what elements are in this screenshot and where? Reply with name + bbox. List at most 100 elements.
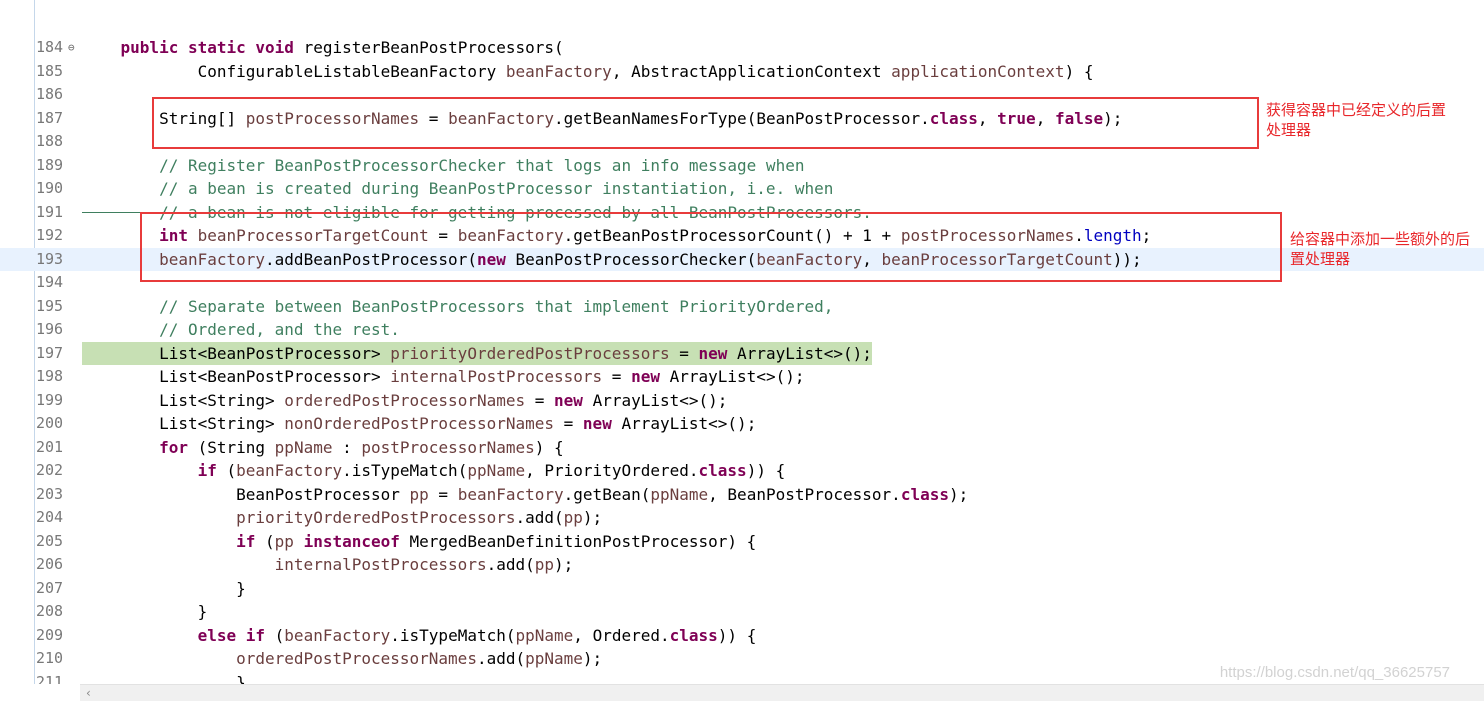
code-line[interactable]: 198 List<BeanPostProcessor> internalPost… bbox=[0, 365, 1484, 389]
keyword-token: new bbox=[554, 390, 583, 410]
code-line[interactable]: 197 List<BeanPostProcessor> priorityOrde… bbox=[0, 341, 1484, 365]
comment-token: // Separate between BeanPostProcessors t… bbox=[82, 296, 834, 316]
code-text: // Ordered, and the rest. bbox=[82, 318, 400, 342]
code-line[interactable]: 185 ConfigurableListableBeanFactory bean… bbox=[0, 60, 1484, 84]
identifier-token: ppName bbox=[515, 625, 574, 645]
code-token: ); bbox=[582, 649, 603, 668]
scroll-left-icon[interactable]: ‹ bbox=[86, 685, 91, 701]
identifier-token: ppName bbox=[650, 484, 709, 504]
code-line[interactable]: 195 // Separate between BeanPostProcesso… bbox=[0, 295, 1484, 319]
code-token: } bbox=[82, 672, 246, 685]
code-token: ConfigurableListableBeanFactory bbox=[82, 61, 506, 81]
keyword-token: class bbox=[900, 484, 949, 504]
code-token: ); bbox=[948, 484, 969, 504]
code-text: for (String ppName : postProcessorNames)… bbox=[82, 436, 564, 460]
keyword-token: else bbox=[197, 625, 237, 645]
keyword-token: for bbox=[159, 437, 188, 457]
code-line[interactable]: 184 ⊖ public static void registerBeanPost… bbox=[0, 36, 1484, 60]
keyword-token: if bbox=[245, 625, 266, 645]
code-text: // Separate between BeanPostProcessors t… bbox=[82, 295, 833, 319]
annotation-box-1 bbox=[152, 97, 1259, 149]
code-line[interactable]: 189 // Register BeanPostProcessorChecker… bbox=[0, 154, 1484, 178]
horizontal-scrollbar[interactable]: ‹ bbox=[80, 684, 1484, 701]
code-token: ArrayList<>(); bbox=[659, 367, 805, 386]
identifier-token: internalPostProcessors bbox=[390, 367, 603, 386]
line-number: 207 bbox=[36, 578, 64, 597]
keyword-token: if bbox=[197, 461, 217, 480]
code-line[interactable]: 205 if (pp instanceof MergedBeanDefiniti… bbox=[0, 530, 1484, 554]
code-line[interactable]: 208 } bbox=[0, 600, 1484, 624]
code-line[interactable]: 203 BeanPostProcessor pp = beanFactory.g… bbox=[0, 483, 1484, 507]
code-line[interactable]: 204 priorityOrderedPostProcessors.add(pp… bbox=[0, 506, 1484, 530]
code-line[interactable]: 196 // Ordered, and the rest. bbox=[0, 318, 1484, 342]
code-line[interactable]: 199 List<String> orderedPostProcessorNam… bbox=[0, 389, 1484, 413]
keyword-token: static bbox=[187, 38, 246, 57]
code-token: .add( bbox=[476, 649, 526, 668]
annotation-box-2 bbox=[140, 212, 1282, 282]
code-token: ); bbox=[582, 508, 603, 527]
code-text: internalPostProcessors.add(pp); bbox=[82, 553, 574, 577]
code-line[interactable]: 200 List<String> nonOrderedPostProcessor… bbox=[0, 412, 1484, 436]
line-number: 205 bbox=[36, 531, 64, 550]
comment-token: // Register BeanPostProcessorChecker tha… bbox=[82, 155, 805, 175]
keyword-token: class bbox=[698, 461, 747, 480]
identifier-token: pp bbox=[274, 531, 294, 551]
identifier-token: pp bbox=[563, 508, 583, 527]
code-text: if (pp instanceof MergedBeanDefinitionPo… bbox=[82, 530, 756, 554]
code-text: List<BeanPostProcessor> priorityOrderedP… bbox=[82, 341, 872, 365]
line-number: 192 bbox=[36, 226, 64, 244]
code-token: List<BeanPostProcessor> bbox=[82, 343, 391, 363]
code-line[interactable]: 201 for (String ppName : postProcessorNa… bbox=[0, 436, 1484, 460]
code-line[interactable]: 207 } bbox=[0, 577, 1484, 601]
code-token: , BeanPostProcessor. bbox=[708, 484, 901, 504]
code-token: BeanPostProcessor bbox=[82, 484, 410, 504]
line-number: 194 bbox=[36, 273, 64, 291]
code-token: = bbox=[554, 414, 583, 433]
code-text: priorityOrderedPostProcessors.add(pp); bbox=[82, 506, 602, 530]
code-text: // a bean is created during BeanPostProc… bbox=[82, 177, 833, 201]
identifier-token: beanFactory bbox=[505, 61, 612, 81]
code-token: ArrayList<>(); bbox=[727, 343, 872, 363]
gutter-footer bbox=[0, 684, 80, 700]
code-token: = bbox=[669, 343, 699, 363]
code-token: ) { bbox=[1064, 61, 1094, 81]
code-token: .add( bbox=[515, 508, 564, 527]
keyword-token: new bbox=[631, 367, 660, 386]
code-token: : bbox=[332, 437, 362, 457]
code-line[interactable]: 209 else if (beanFactory.isTypeMatch(ppN… bbox=[0, 624, 1484, 648]
code-token: = bbox=[525, 390, 555, 410]
code-token: ( bbox=[255, 531, 275, 551]
line-number: 185 bbox=[36, 61, 64, 80]
code-text: } bbox=[82, 671, 246, 685]
code-line[interactable]: 206 internalPostProcessors.add(pp); bbox=[0, 553, 1484, 577]
keyword-token: if bbox=[236, 531, 256, 551]
code-text: List<String> orderedPostProcessorNames =… bbox=[82, 389, 727, 413]
code-editor[interactable]: 184 ⊖ public static void registerBeanPost… bbox=[0, 0, 1484, 684]
identifier-token: postProcessorNames bbox=[361, 437, 535, 457]
keyword-token: instanceof bbox=[303, 531, 400, 551]
watermark: https://blog.csdn.net/qq_36625757 bbox=[1219, 664, 1450, 681]
code-token: .add( bbox=[486, 555, 535, 574]
code-line[interactable]: 202 if (beanFactory.isTypeMatch(ppName, … bbox=[0, 459, 1484, 483]
code-line[interactable]: 190 // a bean is created during BeanPost… bbox=[0, 177, 1484, 201]
code-text: else if (beanFactory.isTypeMatch(ppName,… bbox=[82, 624, 757, 648]
fold-collapse-icon[interactable]: ⊖ bbox=[68, 36, 75, 60]
code-text: List<String> nonOrderedPostProcessorName… bbox=[82, 412, 756, 436]
line-number: 201 bbox=[36, 437, 64, 456]
code-token: } bbox=[82, 578, 246, 598]
code-token: , PriorityOrdered. bbox=[525, 461, 699, 480]
code-text: } bbox=[82, 600, 208, 624]
code-text: BeanPostProcessor pp = beanFactory.getBe… bbox=[82, 483, 968, 507]
code-token: ArrayList<>(); bbox=[582, 390, 728, 410]
code-token: (String bbox=[187, 437, 275, 457]
code-token: .getBean( bbox=[563, 484, 651, 504]
code-token: )) { bbox=[746, 461, 786, 480]
keyword-token: new bbox=[698, 343, 728, 363]
identifier-token: ppName bbox=[525, 649, 583, 668]
line-number: 199 bbox=[36, 390, 64, 409]
code-text: if (beanFactory.isTypeMatch(ppName, Prio… bbox=[82, 459, 786, 483]
